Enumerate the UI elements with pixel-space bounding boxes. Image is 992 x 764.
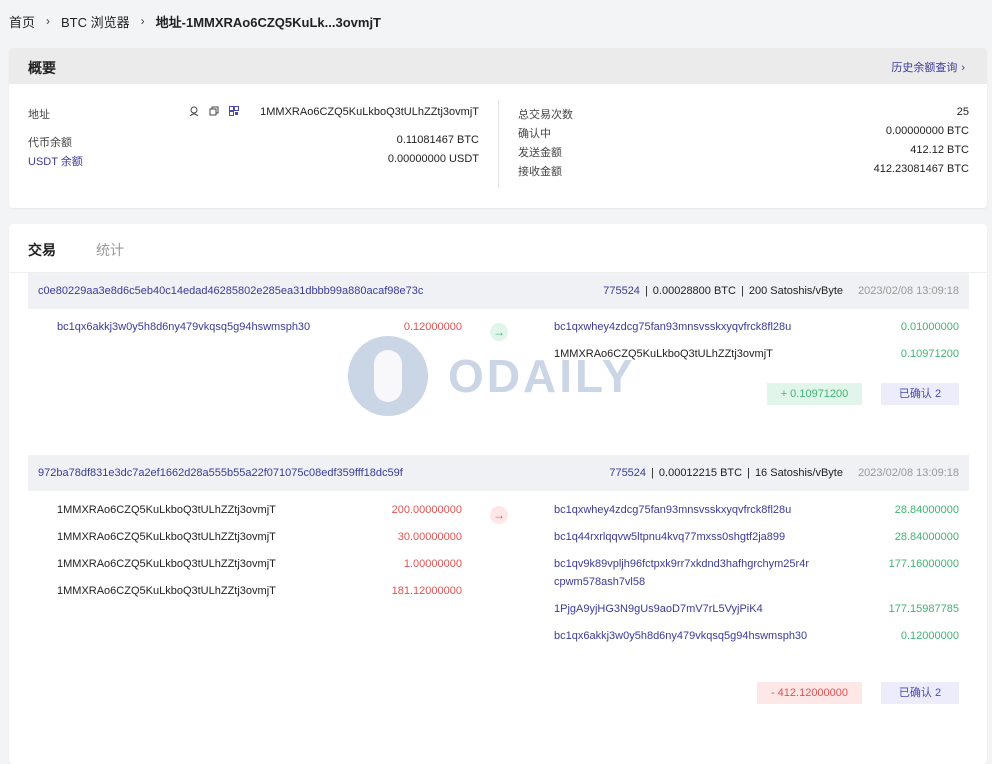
output-amount: 28.84000000 (894, 531, 959, 543)
input-amount: 30.00000000 (397, 531, 462, 543)
breadcrumb-home[interactable]: 首页 (9, 12, 35, 31)
tx-fee: 0.00028800 BTC (652, 285, 736, 297)
tab-transactions[interactable]: 交易 (28, 240, 56, 274)
tx-header: 972ba78df831e3dc7a2ef1662d28a555b55a22f0… (28, 455, 969, 491)
output-address[interactable]: 1PjgA9yjHG3N9gUs9aoD7mV7rL5VyjPiK4 (554, 600, 814, 618)
net-change-badge: - 412.12000000 (757, 682, 862, 704)
tab-bar: 交易 统计 (28, 240, 124, 274)
total-tx-value: 25 (956, 106, 969, 118)
output-address-self: 1MMXRAo6CZQ5KuLkboQ3tULhZZtj3ovmjT (554, 348, 773, 360)
user-icon[interactable] (189, 106, 199, 116)
output-amount: 0.12000000 (900, 630, 959, 642)
input-address-self: 1MMXRAo6CZQ5KuLkboQ3tULhZZtj3ovmjT (57, 585, 276, 597)
divider (498, 100, 499, 188)
tx-meta: 775524 | 0.00012215 BTC | 16 Satoshis/vByte (609, 467, 843, 479)
tx-time: 2023/02/08 13:09:18 (858, 285, 959, 297)
total-tx-label: 总交易次数 (518, 109, 573, 121)
status-badge: 已确认 2 (881, 383, 959, 405)
tx-fee-rate: 200 Satoshis/vByte (748, 285, 843, 297)
block-link[interactable]: 775524 (609, 467, 646, 479)
input-amount: 0.12000000 (403, 321, 462, 333)
input-address-self: 1MMXRAo6CZQ5KuLkboQ3tULhZZtj3ovmjT (57, 504, 276, 516)
history-balance-label: 历史余额查询 (891, 62, 958, 74)
tx-meta: 775524 | 0.00028800 BTC | 200 Satoshis/vByte (603, 285, 843, 297)
tx-time: 2023/02/08 13:09:18 (858, 467, 959, 479)
usdt-balance-value: 0.00000000 USDT (387, 153, 479, 165)
output-amount: 177.16000000 (888, 558, 959, 570)
net-change-badge: + 0.10971200 (767, 383, 862, 405)
token-balance-value: 0.11081467 BTC (396, 134, 479, 146)
confirming-value: 0.00000000 BTC (885, 125, 969, 137)
tab-stats[interactable]: 统计 (96, 240, 124, 274)
breadcrumb-current: 地址-1MMXRAo6CZQ5KuLk...3ovmjT (155, 14, 381, 30)
chevron-right-icon: › (46, 14, 51, 28)
confirming-label: 确认中 (518, 128, 551, 140)
status-badge: 已确认 2 (881, 682, 959, 704)
tx-fee-rate: 16 Satoshis/vByte (754, 467, 843, 479)
overview-header: 概要 历史余额查询 › (9, 48, 987, 84)
address-tools (189, 106, 239, 116)
usdt-balance-label[interactable]: USDT 余额 (28, 153, 83, 169)
address-label: 地址 (28, 109, 50, 121)
qr-code-icon[interactable] (229, 106, 239, 116)
output-amount: 0.10971200 (900, 348, 959, 360)
copy-icon[interactable] (209, 106, 219, 116)
input-address[interactable]: bc1qx6akkj3w0y5h8d6ny479vkqsq5g94hswmsph… (57, 318, 317, 336)
block-link[interactable]: 775524 (603, 285, 640, 297)
input-amount: 181.12000000 (391, 585, 462, 597)
received-label: 接收金额 (518, 166, 562, 178)
chevron-right-icon: › (961, 62, 965, 74)
output-amount: 0.01000000 (900, 321, 959, 333)
breadcrumb-explorer[interactable]: BTC 浏览器 (61, 12, 130, 31)
breadcrumb: 首页 › BTC 浏览器 › 地址-1MMXRAo6CZQ5KuLk...3ov… (9, 12, 381, 30)
output-address[interactable]: bc1q44rxrlqqvw5ltpnu4kvq77mxss0shgtf2ja8… (554, 528, 814, 546)
arrow-right-icon: → (490, 506, 508, 524)
output-address[interactable]: bc1qv9k89vpljh96fctpxk9rr7xkdnd3hafhgrch… (554, 555, 814, 591)
input-address-self: 1MMXRAo6CZQ5KuLkboQ3tULhZZtj3ovmjT (57, 531, 276, 543)
overview-card: 概要 历史余额查询 › 地址 1MMXRAo6CZQ5KuLkboQ3tULhZZ… (9, 48, 987, 208)
sent-label: 发送金额 (518, 147, 562, 159)
input-address-self: 1MMXRAo6CZQ5KuLkboQ3tULhZZtj3ovmjT (57, 558, 276, 570)
received-value: 412.23081467 BTC (873, 163, 969, 175)
token-balance-label: 代币余额 (28, 137, 72, 149)
output-address[interactable]: bc1qxwhey4zdcg75fan93mnsvsskxyqvfrck8fl2… (554, 318, 814, 336)
tx-header: c0e80229aa3e8d6c5eb40c14edad46285802e285… (28, 273, 969, 309)
arrow-right-icon: → (490, 323, 508, 341)
history-balance-link[interactable]: 历史余额查询 › (891, 59, 965, 75)
input-amount: 200.00000000 (391, 504, 462, 516)
output-address[interactable]: bc1qxwhey4zdcg75fan93mnsvsskxyqvfrck8fl2… (554, 501, 814, 519)
chevron-right-icon: › (140, 14, 145, 28)
tx-hash-link[interactable]: c0e80229aa3e8d6c5eb40c14edad46285802e285… (38, 285, 423, 297)
output-amount: 177.15987785 (888, 603, 959, 615)
output-amount: 28.84000000 (894, 504, 959, 516)
tx-hash-link[interactable]: 972ba78df831e3dc7a2ef1662d28a555b55a22f0… (38, 467, 403, 479)
tx-fee: 0.00012215 BTC (658, 467, 743, 479)
address-value[interactable]: 1MMXRAo6CZQ5KuLkboQ3tULhZZtj3ovmjT (249, 106, 479, 118)
transactions-card: 交易 统计 c0e80229aa3e8d6c5eb40c14edad462858… (9, 224, 987, 764)
input-amount: 1.00000000 (403, 558, 462, 570)
sent-value: 412.12 BTC (910, 144, 969, 156)
output-address[interactable]: bc1qx6akkj3w0y5h8d6ny479vkqsq5g94hswmsph… (554, 627, 814, 645)
overview-title: 概要 (28, 60, 56, 76)
